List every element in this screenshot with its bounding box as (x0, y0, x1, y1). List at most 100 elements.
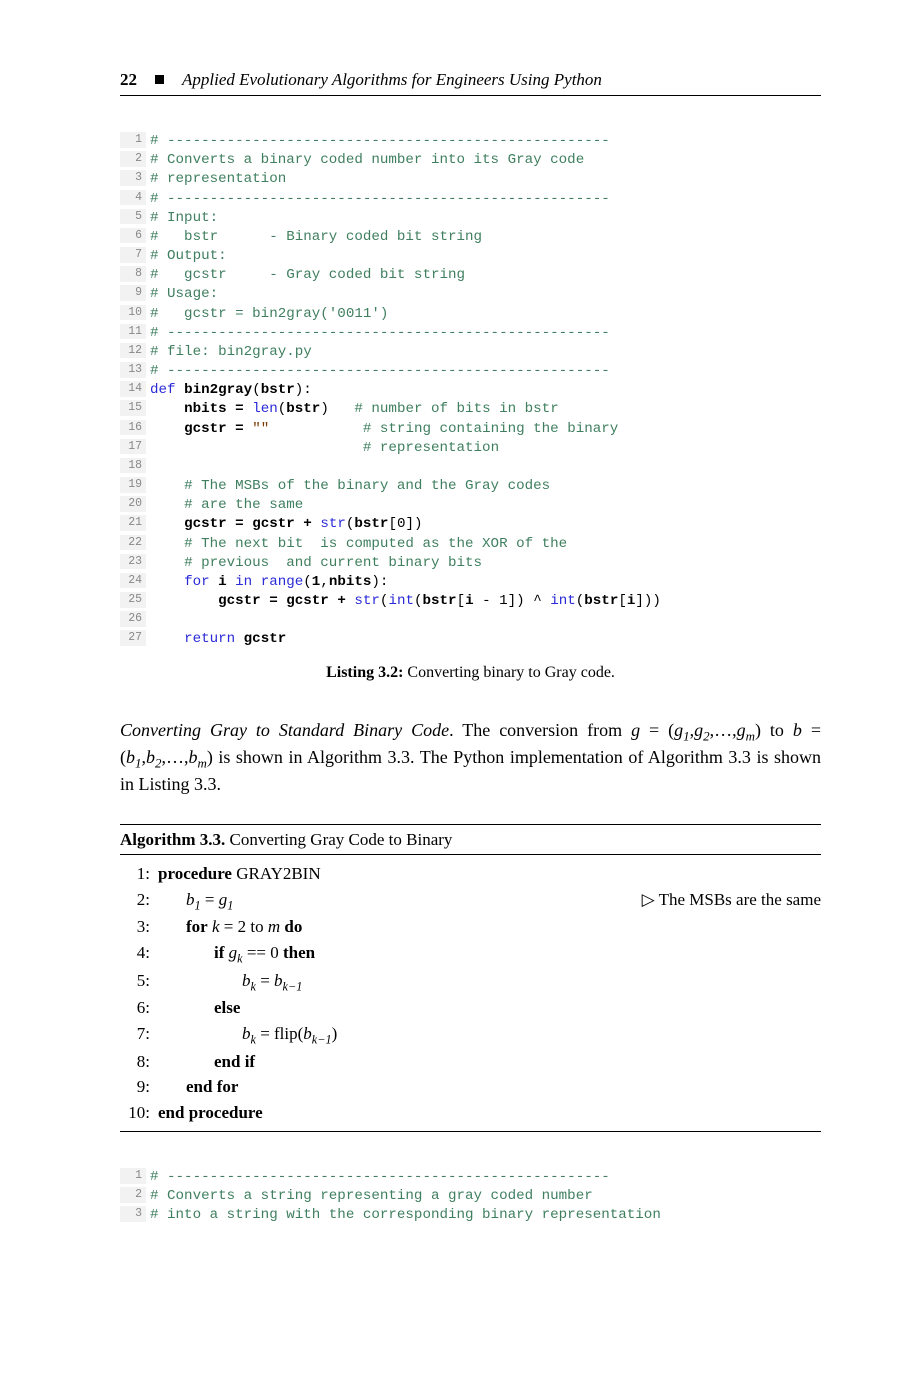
line-number: 15 (120, 400, 146, 416)
code-token: nbits (184, 401, 227, 417)
code-line: 19 # The MSBs of the binary and the Gray… (120, 477, 821, 496)
math: g (674, 720, 683, 740)
line-number: 16 (120, 420, 146, 436)
line-number: 1 (120, 1168, 146, 1184)
algo-line-text: end if (158, 1049, 821, 1075)
algo-line-text: b1 = g1 (158, 887, 642, 915)
listing-label: Listing 3.2: (326, 664, 403, 681)
code-token: # --------------------------------------… (150, 363, 610, 379)
code-token: # are the same (184, 497, 303, 513)
code-token: # --------------------------------------… (150, 133, 610, 149)
code-line: 23 # previous and current binary bits (120, 554, 821, 573)
code-token: + (303, 516, 312, 532)
code-token: # into a string with the corresponding b… (150, 1207, 661, 1223)
algo-line-text: bk = flip(bk−1) (158, 1021, 821, 1049)
code-token: # --------------------------------------… (150, 1169, 610, 1185)
code-token: gcstr (244, 631, 287, 647)
page-header: 22 Applied Evolutionary Algorithms for E… (120, 70, 821, 96)
code-token (150, 401, 184, 417)
line-number: 20 (120, 496, 146, 512)
code-token: # representation (363, 440, 499, 456)
algo-line-text: for k = 2 to m do (158, 914, 821, 940)
line-number: 11 (120, 324, 146, 340)
line-number: 6 (120, 228, 146, 244)
code-line: 6# bstr - Binary coded bit string (120, 228, 821, 247)
code-line: 24 for i in range(1,nbits): (120, 573, 821, 592)
code-token (150, 574, 184, 590)
code-line: 2# Converts a string representing a gray… (120, 1187, 821, 1206)
code-token: "" (252, 421, 269, 437)
line-number: 24 (120, 573, 146, 589)
code-token (227, 421, 236, 437)
code-token: len (252, 401, 278, 417)
math: g (631, 720, 640, 740)
code-token (150, 536, 184, 552)
code-token: ( (303, 574, 312, 590)
code-token: # The next bit is computed as the XOR of… (184, 536, 567, 552)
line-number: 4 (120, 190, 146, 206)
page-number: 22 (120, 70, 137, 90)
code-line: 4# -------------------------------------… (120, 190, 821, 209)
code-token: = (269, 593, 278, 609)
algorithm-line: 10:end procedure (120, 1100, 821, 1126)
algo-line-number: 6: (120, 995, 158, 1021)
code-token: ): (295, 382, 312, 398)
listing-caption-1: Listing 3.2: Converting binary to Gray c… (120, 664, 821, 682)
code-token: gcstr (218, 593, 261, 609)
line-number: 23 (120, 554, 146, 570)
code-token: i (465, 593, 474, 609)
code-line: 8# gcstr - Gray coded bit string (120, 266, 821, 285)
algorithm-line: 1:procedure GRAY2BIN (120, 861, 821, 887)
code-line: 12# file: bin2gray.py (120, 343, 821, 362)
code-token: i (218, 574, 227, 590)
algorithm-caption: Converting Gray Code to Binary (225, 830, 452, 849)
algo-line-comment: ▷ The MSBs are the same (642, 887, 821, 913)
algorithm-body: 1:procedure GRAY2BIN2:b1 = g1▷ The MSBs … (120, 855, 821, 1131)
algo-line-number: 8: (120, 1049, 158, 1075)
code-token: # Converts a string representing a gray … (150, 1188, 593, 1204)
line-number: 19 (120, 477, 146, 493)
code-token: in (235, 574, 252, 590)
code-line: 27 return gcstr (120, 630, 821, 649)
code-token: # bstr - Binary coded bit string (150, 229, 482, 245)
code-token: bstr (584, 593, 618, 609)
para-text: ) is shown in Algorithm 3.3. The Python … (120, 747, 821, 794)
code-token: # Input: (150, 210, 218, 226)
line-number: 26 (120, 611, 146, 627)
algorithm-line: 7:bk = flip(bk−1) (120, 1021, 821, 1049)
code-token: ( (414, 593, 423, 609)
code-token (150, 555, 184, 571)
code-token: # --------------------------------------… (150, 191, 610, 207)
code-token: str (320, 516, 346, 532)
algo-line-number: 2: (120, 887, 158, 913)
code-token: ) (320, 401, 354, 417)
code-line: 14def bin2gray(bstr): (120, 381, 821, 400)
code-token: bstr (261, 382, 295, 398)
code-token: # Output: (150, 248, 227, 264)
square-icon (155, 75, 164, 84)
math: b (793, 720, 802, 740)
line-number: 8 (120, 266, 146, 282)
code-token (244, 516, 253, 532)
code-line: 17 # representation (120, 439, 821, 458)
line-number: 3 (120, 170, 146, 186)
code-line: 7# Output: (120, 247, 821, 266)
code-token: ( (252, 382, 261, 398)
code-token: # gcstr = bin2gray('0011') (150, 306, 388, 322)
code-token (150, 478, 184, 494)
code-token: range (261, 574, 304, 590)
code-token: # file: bin2gray.py (150, 344, 312, 360)
code-token (150, 497, 184, 513)
algo-line-number: 1: (120, 861, 158, 887)
code-token: # previous and current binary bits (184, 555, 482, 571)
line-number: 18 (120, 458, 146, 474)
algo-line-number: 10: (120, 1100, 158, 1126)
code-line: 13# ------------------------------------… (120, 362, 821, 381)
algo-line-number: 5: (120, 968, 158, 994)
code-line: 15 nbits = len(bstr) # number of bits in… (120, 400, 821, 419)
line-number: 7 (120, 247, 146, 263)
para-text: . (449, 720, 462, 740)
code-token: + (337, 593, 346, 609)
code-token: ( (278, 401, 287, 417)
code-token: def (150, 382, 184, 398)
